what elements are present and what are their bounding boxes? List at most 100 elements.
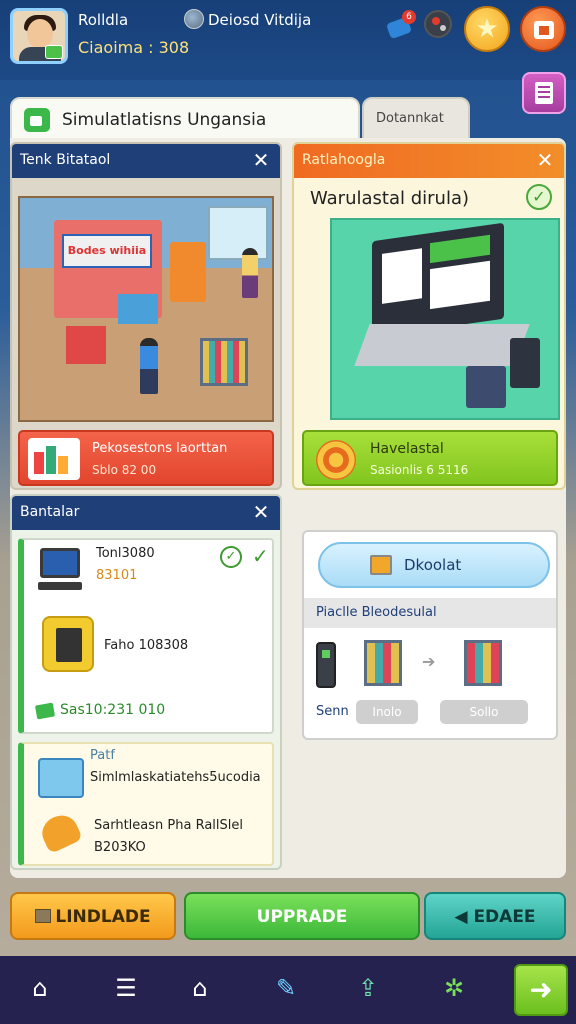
production-label: Senn bbox=[316, 704, 349, 719]
upgrade-button[interactable]: UPPRADE bbox=[184, 892, 420, 940]
avatar-level-badge bbox=[45, 45, 63, 59]
globe-icon bbox=[184, 9, 204, 29]
trade-button[interactable]: ◀ EDAEE bbox=[424, 892, 566, 940]
production-tag-label: Dkoolat bbox=[404, 556, 462, 574]
device-case bbox=[466, 366, 506, 408]
tab-simulations[interactable]: Simulatlatisns Ungansia bbox=[10, 97, 360, 140]
machine-icon bbox=[42, 616, 94, 672]
laptop-keyboard bbox=[354, 324, 530, 366]
stations-card-close-icon[interactable]: ✕ bbox=[250, 501, 272, 523]
home-icon[interactable]: ⌂ bbox=[20, 968, 60, 1008]
cart-output-icon bbox=[464, 640, 502, 686]
production-output-button[interactable]: Sollo bbox=[440, 700, 528, 724]
player-name: Rolldla bbox=[78, 11, 129, 29]
upgrade-button-label: UPPRADE bbox=[256, 907, 348, 927]
status-dot-secondary-icon bbox=[440, 25, 446, 31]
store-bar-title: Pekosestons laorttan bbox=[92, 441, 228, 456]
store-sign: Bodes wihiia bbox=[62, 234, 152, 268]
bag-icon-detail bbox=[539, 26, 549, 35]
station-list-item[interactable]: Tonl3080 83101 ✓ ✓ Faho 108308 Sas10:231… bbox=[18, 538, 274, 734]
crates bbox=[66, 326, 106, 364]
device-tower bbox=[510, 338, 540, 388]
computer-bar-title: Havelastal bbox=[370, 441, 444, 457]
star-icon: ★ bbox=[475, 14, 499, 44]
package-icon bbox=[38, 758, 84, 798]
machine-name: Faho 108308 bbox=[104, 638, 189, 653]
share-icon[interactable]: ⇪ bbox=[348, 968, 388, 1008]
star-favorites-button[interactable]: ★ bbox=[464, 6, 510, 52]
shelf bbox=[118, 294, 158, 324]
menu-icon[interactable]: ☰ bbox=[106, 968, 146, 1008]
target-icon bbox=[316, 440, 356, 480]
computer-card-close-icon[interactable]: ✕ bbox=[534, 149, 556, 171]
status-dot-icon bbox=[432, 17, 440, 25]
monitor-stand bbox=[38, 582, 82, 590]
shop-bag-button[interactable] bbox=[520, 6, 566, 52]
upload-button-label: LINDLADE bbox=[55, 907, 151, 927]
production-tag-button[interactable]: Dkoolat bbox=[318, 542, 550, 588]
crate-icon bbox=[35, 909, 52, 923]
production-flow-panel: Dkoolat Piaclle Bleodesulal ➔ Senn Inolo… bbox=[302, 530, 558, 740]
computer-card-title: Ratlahoogla bbox=[302, 152, 386, 168]
tab-secondary[interactable]: Dotannkat bbox=[362, 97, 470, 140]
store-bar-subtitle: Sblo 82 00 bbox=[92, 463, 157, 477]
player-cash: Ciaoima : 308 bbox=[78, 38, 190, 57]
notifications-button[interactable]: 6 bbox=[385, 10, 416, 40]
upload-button[interactable]: LINDLADE bbox=[10, 892, 176, 940]
task-value: B203KO bbox=[94, 840, 146, 855]
trade-button-label: EDAEE bbox=[473, 907, 536, 927]
calculator-button[interactable] bbox=[522, 72, 566, 114]
shopping-cart bbox=[200, 338, 248, 386]
production-flow-card: Dkoolat Piaclle Bleodesulal ➔ Senn Inolo… bbox=[292, 526, 566, 872]
station-list-item[interactable]: Patf Simlmlaskatiatehs5ucodia Sarhtleasn… bbox=[18, 742, 274, 866]
phone-icon bbox=[316, 642, 336, 688]
computer-scene-illustration[interactable] bbox=[330, 218, 560, 420]
gear-icon[interactable]: ✲ bbox=[434, 968, 474, 1008]
top-bar: Rolldla Ciaoima : 308 Deiosd Vitdija 6 ★ bbox=[0, 0, 576, 80]
income-value: Sas10:231 010 bbox=[60, 702, 166, 718]
customer-figure bbox=[140, 338, 158, 394]
tab-simulations-label: Simulatlatisns Ungansia bbox=[62, 110, 267, 130]
production-input-button[interactable]: Inolo bbox=[356, 700, 418, 724]
arrow-right-icon: ➜ bbox=[529, 973, 553, 1006]
broom-icon bbox=[36, 809, 84, 855]
station-name: Tonl3080 bbox=[96, 546, 155, 561]
store-action-bar[interactable]: Pekosestons laorttan Sblo 82 00 bbox=[18, 430, 274, 486]
vending-machine bbox=[170, 242, 206, 302]
station-value: 83101 bbox=[96, 568, 138, 583]
task-name: Sarhtleasn Pha RallSlel bbox=[94, 818, 243, 833]
status-toggle-button[interactable] bbox=[424, 10, 452, 38]
next-arrow-button[interactable]: ➜ bbox=[514, 964, 568, 1016]
store-scene-illustration[interactable]: Bodes wihiia bbox=[18, 196, 274, 422]
check-icon: ✓ bbox=[252, 544, 269, 568]
player-avatar[interactable] bbox=[10, 8, 68, 64]
server-name: Deiosd Vitdija bbox=[208, 11, 312, 29]
computer-card: Ratlahoogla ✕ Warulastal dirula) ✓ Havel… bbox=[292, 142, 566, 490]
calculator-icon bbox=[535, 82, 553, 104]
computer-action-bar[interactable]: Havelastal Sasionlis 6 5116 bbox=[302, 430, 558, 486]
arrow-right-icon: ➔ bbox=[422, 652, 436, 671]
stations-card: Bantalar ✕ Tonl3080 83101 ✓ ✓ Faho 10830… bbox=[10, 494, 282, 870]
store-card-close-icon[interactable]: ✕ bbox=[250, 149, 272, 171]
store-card: Tenk Bitataol ✕ Bodes wihiia Pekosestons… bbox=[10, 142, 282, 490]
store-goods-thumbnail bbox=[28, 438, 80, 480]
crate-icon bbox=[370, 555, 392, 575]
production-subheader: Piaclle Bleodesulal bbox=[304, 598, 556, 628]
production-subheader-label: Piaclle Bleodesulal bbox=[316, 605, 437, 620]
store-card-title: Tenk Bitataol bbox=[20, 152, 111, 168]
stations-card-title: Bantalar bbox=[20, 504, 80, 520]
laptop-screen bbox=[372, 222, 504, 338]
tab-secondary-label: Dotannkat bbox=[376, 111, 444, 126]
check-circle-icon[interactable]: ✓ bbox=[220, 546, 242, 568]
house-icon[interactable]: ⌂ bbox=[180, 968, 220, 1008]
simulation-icon bbox=[24, 108, 50, 132]
bottom-navigation: ⌂ ☰ ⌂ ✎ ⇪ ✲ ➜ bbox=[0, 956, 576, 1024]
check-icon: ✓ bbox=[526, 184, 552, 210]
stations-card-header: Bantalar ✕ bbox=[12, 496, 280, 530]
pencil-icon[interactable]: ✎ bbox=[266, 968, 306, 1008]
clerk-figure bbox=[242, 248, 258, 298]
computer-bar-subtitle: Sasionlis 6 5116 bbox=[370, 463, 469, 477]
notification-count-badge: 6 bbox=[402, 10, 416, 24]
chevron-left-icon: ◀ bbox=[454, 907, 474, 927]
money-icon bbox=[34, 702, 56, 720]
